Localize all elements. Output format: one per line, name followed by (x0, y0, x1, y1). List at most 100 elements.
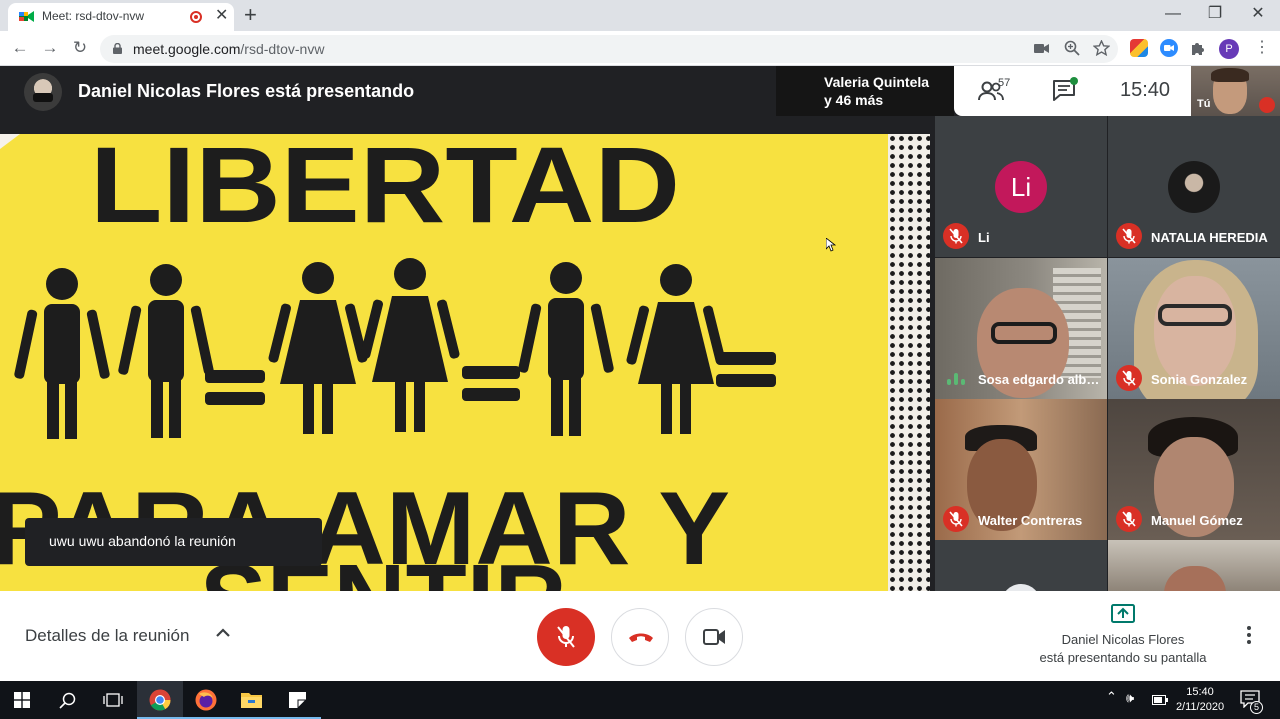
mic-off-icon (557, 626, 575, 648)
maximize-button[interactable]: ❐ (1200, 4, 1230, 24)
participant-face (1154, 276, 1236, 386)
browser-toolbar: ← → ↻ meet.google.com/rsd-dtov-nvw P ⋮ (0, 31, 1280, 66)
participant-name: Sonia Gonzalez (1151, 372, 1248, 387)
participant-glasses (991, 322, 1057, 344)
recording-indicator-icon (190, 11, 202, 23)
zoom-extension-icon[interactable] (1160, 39, 1178, 57)
meet-logo-icon (19, 11, 34, 22)
presenter-avatar (24, 73, 62, 111)
self-mic-off-icon (1259, 97, 1275, 113)
mouse-cursor-icon (826, 238, 836, 252)
chevron-up-icon[interactable] (214, 624, 232, 642)
participant-face (1164, 566, 1226, 591)
poster-line1: LIBERTAD (90, 134, 680, 245)
url-host: meet.google.com (133, 41, 241, 57)
active-speaker-box: Valeria Quintela y 46 más (776, 66, 954, 116)
address-bar[interactable]: meet.google.com/rsd-dtov-nvw (100, 35, 1118, 63)
participant-name: Walter Contreras (978, 513, 1083, 528)
battery-icon[interactable] (1152, 695, 1168, 705)
bookmark-star-icon[interactable] (1093, 40, 1110, 56)
participant-tile[interactable]: Walter Contreras (935, 399, 1107, 540)
meeting-details-button[interactable]: Detalles de la reunión (25, 626, 189, 646)
more-options-button[interactable] (1243, 624, 1255, 646)
lock-icon (113, 43, 122, 54)
meeting-clock: 15:40 (1120, 79, 1171, 101)
participant-name: Li (978, 230, 990, 245)
extensions-puzzle-icon[interactable] (1190, 40, 1207, 57)
camera-toggle-button[interactable] (685, 608, 743, 666)
url-path: /rsd-dtov-nvw (240, 41, 325, 57)
mic-off-icon (943, 506, 969, 532)
extension-shield-icon[interactable] (1130, 39, 1148, 57)
tray-overflow-icon[interactable]: ⌃ (1106, 689, 1117, 705)
notification-count-badge: 5 (1250, 701, 1263, 714)
windows-taskbar: ⌃ 🕪 15:40 2/11/2020 5 (0, 681, 1280, 719)
participant-name: Manuel Gómez (1151, 513, 1243, 528)
search-icon[interactable] (59, 692, 76, 709)
taskbar-time: 15:40 (1186, 686, 1214, 698)
video-icon (1164, 45, 1174, 51)
mic-toggle-button[interactable] (537, 608, 595, 666)
participant-avatar-photo (1168, 161, 1220, 213)
chat-unread-badge (1070, 77, 1078, 85)
toast-text: uwu uwu abandonó la reunión (49, 533, 236, 549)
taskbar-date: 2/11/2020 (1175, 701, 1225, 713)
tab-meet[interactable]: Meet: rsd-dtov-nvw ✕ (8, 3, 234, 31)
back-button[interactable]: ← (9, 38, 31, 58)
meeting-controls-bar: Detalles de la reunión Daniel Nicolas Fl… (0, 591, 1280, 681)
chrome-icon (149, 689, 171, 711)
profile-avatar[interactable]: P (1219, 39, 1239, 59)
meeting-info-bar: 57 15:40 (954, 66, 1191, 116)
firefox-icon[interactable] (195, 689, 217, 711)
participant-tile[interactable]: Li Li (935, 116, 1107, 257)
mic-off-icon (1116, 506, 1142, 532)
self-video-hair (1211, 68, 1249, 82)
mic-off-icon (1116, 223, 1142, 249)
participant-avatar-letter: Li (995, 161, 1047, 213)
speaking-indicator-icon (947, 373, 965, 385)
file-explorer-icon[interactable] (241, 691, 262, 709)
participant-name: NATALIA HEREDIA (1151, 230, 1268, 245)
participant-tile[interactable]: Manuel Gómez (1108, 399, 1280, 540)
speckled-background (888, 134, 930, 591)
leave-call-button[interactable] (611, 608, 669, 666)
camera-icon (703, 629, 725, 645)
tab-strip: Meet: rsd-dtov-nvw ✕ + — ❐ ✕ (0, 0, 1280, 31)
tab-close-button[interactable]: ✕ (215, 6, 228, 26)
sticky-notes-icon[interactable] (288, 691, 307, 709)
active-speaker-others: y 46 más (824, 92, 884, 108)
notification-toast: uwu uwu abandonó la reunión (25, 518, 322, 566)
participant-tile[interactable]: NATALIA HEREDIA (1108, 116, 1280, 257)
active-speaker-name: Valeria Quintela (824, 74, 930, 90)
camera-in-use-icon[interactable] (1034, 43, 1049, 54)
task-view-icon[interactable] (103, 692, 123, 708)
self-label: Tú (1197, 98, 1211, 110)
participant-avatar-photo (1001, 584, 1041, 591)
taskbar-clock[interactable]: 15:40 2/11/2020 (1172, 685, 1228, 715)
participant-tile[interactable] (935, 540, 1107, 591)
mic-off-icon (1116, 365, 1142, 391)
volume-icon[interactable]: 🕪 (1126, 690, 1134, 706)
chrome-menu-button[interactable]: ⋮ (1254, 38, 1270, 58)
participant-name: Sosa edgardo alberto (978, 372, 1102, 387)
minimize-button[interactable]: — (1158, 4, 1188, 24)
participant-grid: Li Li NATALIA HEREDIA Sosa edgardo alber… (935, 116, 1280, 591)
participant-tile[interactable]: Sonia Gonzalez (1108, 258, 1280, 399)
participant-tile[interactable] (1108, 540, 1280, 591)
reload-button[interactable]: ↻ (69, 38, 91, 58)
screen: Meet: rsd-dtov-nvw ✕ + — ❐ ✕ ← → ↻ meet.… (0, 0, 1280, 719)
tab-title: Meet: rsd-dtov-nvw (42, 9, 145, 23)
new-tab-button[interactable]: + (244, 4, 257, 26)
present-screen-icon[interactable] (1111, 604, 1135, 624)
windows-start-icon[interactable] (14, 692, 30, 708)
window-close-button[interactable]: ✕ (1243, 4, 1273, 24)
presenter-name: Daniel Nicolas Flores (1061, 632, 1185, 647)
mic-off-icon (943, 223, 969, 249)
forward-button[interactable]: → (39, 38, 61, 58)
taskbar-chrome[interactable] (137, 681, 183, 719)
hang-up-icon (629, 633, 653, 642)
participant-tile[interactable]: Sosa edgardo alberto (935, 258, 1107, 399)
zoom-icon[interactable] (1064, 40, 1080, 56)
presenter-status: está presentando su pantalla (1039, 650, 1207, 665)
self-view-tile[interactable]: Tú (1191, 66, 1280, 116)
